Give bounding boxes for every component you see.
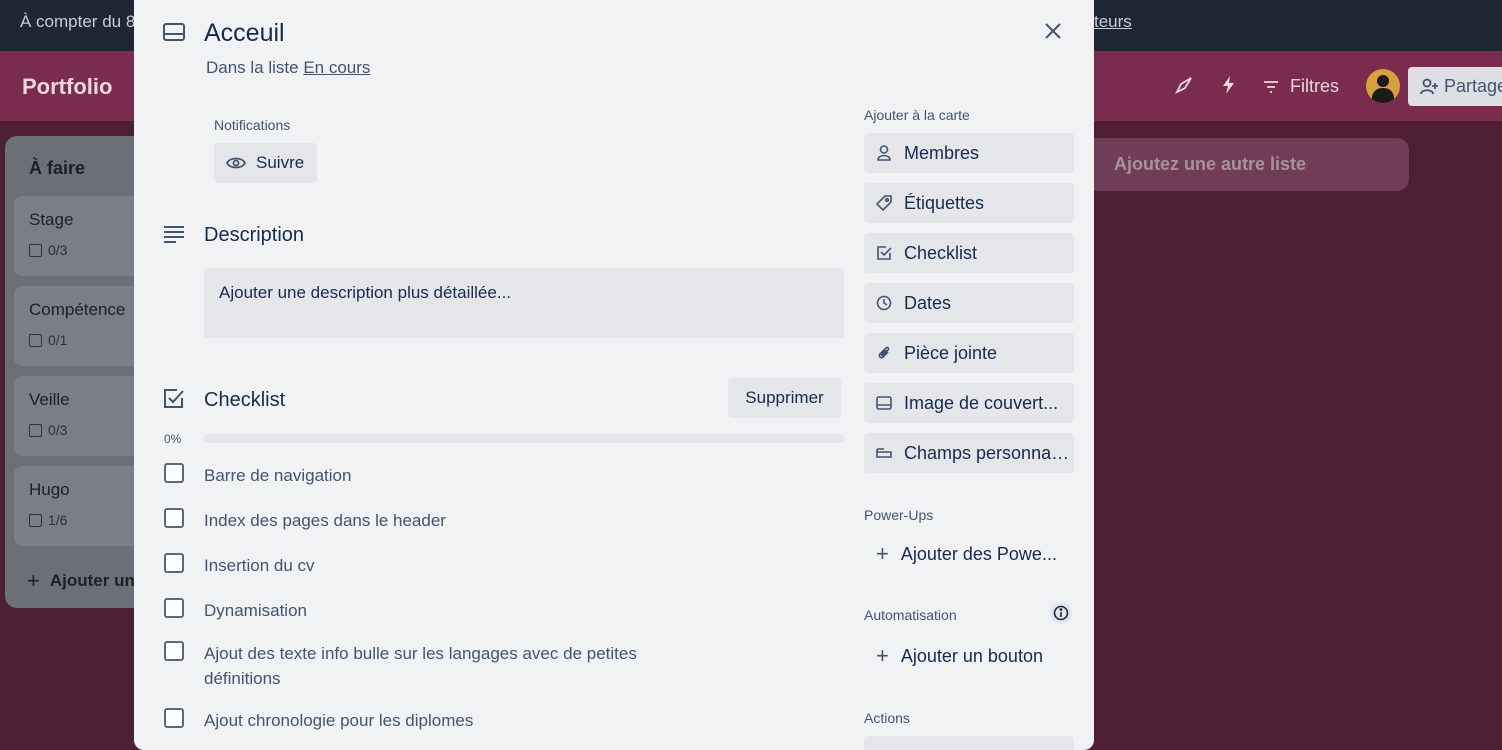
plus-icon: + (876, 643, 889, 668)
checklist-icon (162, 387, 186, 416)
checklist-item-text[interactable]: Insertion du cv (204, 553, 684, 578)
list-column: À faire Stage 0/3 Compétence 0/1 Veille … (5, 136, 155, 608)
checklist-item[interactable]: Ajout des texte info bulle sur les langa… (164, 641, 724, 691)
checklist-item[interactable]: Ajout chronologie pour les diplomes (164, 708, 724, 733)
custom-fields-button[interactable]: Champs personnali... (864, 433, 1074, 473)
checkbox[interactable] (164, 641, 184, 661)
cover-button[interactable]: Image de couvert... (864, 383, 1074, 423)
card-title: Compétence (29, 300, 126, 319)
card-title: Stage (29, 210, 74, 229)
banner-link[interactable]: teurs (1094, 12, 1132, 32)
close-button[interactable] (1036, 14, 1070, 48)
checklist-badge: 0/1 (29, 332, 67, 348)
share-button[interactable]: Partage (1408, 67, 1502, 106)
close-icon (1045, 23, 1061, 39)
checklist-badge: 0/3 (29, 422, 67, 438)
list-card[interactable]: Stage 0/3 (14, 196, 154, 276)
list-card[interactable]: Hugo 1/6 (14, 466, 154, 546)
checklist-badge: 0/3 (29, 242, 67, 258)
rocket-icon[interactable] (1174, 75, 1196, 97)
attachment-button[interactable]: Pièce jointe (864, 333, 1074, 373)
checklist-title[interactable]: Checklist (204, 389, 285, 412)
paperclip-icon (876, 345, 892, 361)
lightning-icon[interactable] (1219, 75, 1241, 97)
automation-label: Automatisation (864, 607, 957, 623)
powerups-label: Power-Ups (864, 507, 934, 523)
add-list-label: Ajoutez une autre liste (1114, 154, 1307, 174)
follow-label: Suivre (256, 153, 305, 172)
labels-button[interactable]: Étiquettes (864, 183, 1074, 223)
checklist-item-text[interactable]: Barre de navigation (204, 463, 684, 488)
add-card-button[interactable]: + Ajouter un (27, 568, 135, 594)
avatar[interactable] (1366, 69, 1400, 103)
actions-label: Actions (864, 710, 910, 726)
checklist-item[interactable]: Index des pages dans le header (164, 508, 724, 533)
checkbox[interactable] (164, 598, 184, 618)
filters-label: Filtres (1290, 76, 1339, 96)
description-icon (163, 224, 185, 249)
progress-percent: 0% (164, 432, 182, 446)
action-button[interactable] (864, 736, 1074, 750)
checklist-button[interactable]: Checklist (864, 233, 1074, 273)
tag-icon (876, 195, 892, 211)
checkbox-icon (29, 513, 42, 527)
checklist-item-text[interactable]: Ajout chronologie pour les diplomes (204, 708, 684, 733)
description-title: Description (204, 224, 305, 246)
checkbox[interactable] (164, 463, 184, 483)
custom-fields-icon (876, 445, 892, 461)
plus-icon: + (876, 541, 889, 566)
checklist-item-text[interactable]: Dynamisation (204, 598, 684, 623)
add-list-button[interactable]: Ajoutez une autre liste (1080, 138, 1409, 191)
share-label: Partage (1444, 76, 1502, 96)
checkbox-icon (29, 423, 42, 437)
plus-icon: + (27, 568, 40, 593)
checklist-item-text[interactable]: Index des pages dans le header (204, 508, 684, 533)
delete-checklist-button[interactable]: Supprimer (728, 378, 841, 418)
card-cover-icon (876, 395, 892, 411)
add-to-card-label: Ajouter à la carte (864, 107, 970, 123)
checkbox-icon (876, 245, 892, 261)
checkbox-icon (29, 243, 42, 257)
dates-button[interactable]: Dates (864, 283, 1074, 323)
description-input[interactable]: Ajouter une description plus détaillée..… (204, 268, 844, 338)
checkbox[interactable] (164, 508, 184, 528)
eye-icon (226, 157, 246, 169)
checklist-item[interactable]: Dynamisation (164, 598, 724, 623)
list-title[interactable]: À faire (29, 158, 85, 179)
card-icon (162, 22, 186, 47)
filter-icon (1264, 80, 1278, 93)
members-button[interactable]: Membres (864, 133, 1074, 173)
card-detail-modal: Acceuil Dans la liste En cours Notificat… (134, 0, 1094, 750)
description-placeholder: Ajouter une description plus détaillée..… (219, 283, 512, 302)
follow-button[interactable]: Suivre (214, 143, 317, 183)
checkbox[interactable] (164, 553, 184, 573)
filters-button[interactable]: Filtres (1262, 76, 1339, 97)
checklist-item-text[interactable]: Ajout des texte info bulle sur les langa… (204, 641, 664, 691)
list-location: Dans la liste En cours (206, 58, 371, 77)
info-icon[interactable] (1050, 602, 1072, 624)
card-title[interactable]: Acceuil (204, 19, 285, 48)
add-card-label: Ajouter un (49, 571, 135, 590)
list-link[interactable]: En cours (303, 58, 370, 77)
checklist-item[interactable]: Barre de navigation (164, 463, 724, 488)
board-title[interactable]: Portfolio (22, 74, 112, 100)
add-person-icon (1420, 78, 1438, 94)
delete-label: Supprimer (745, 388, 824, 407)
card-title: Hugo (29, 480, 70, 499)
list-card[interactable]: Compétence 0/1 (14, 286, 154, 366)
person-icon (876, 145, 892, 161)
checkbox[interactable] (164, 708, 184, 728)
banner-text: À compter du 8 (20, 12, 136, 31)
checkbox-icon (29, 333, 42, 347)
add-button-button[interactable]: + Ajouter un bouton (864, 636, 1074, 676)
clock-icon (876, 295, 892, 311)
card-title: Veille (29, 390, 70, 409)
checklist-badge: 1/6 (29, 512, 67, 528)
progress-bar (204, 434, 844, 443)
checklist-item[interactable]: Insertion du cv (164, 553, 724, 578)
list-card[interactable]: Veille 0/3 (14, 376, 154, 456)
notifications-label: Notifications (214, 117, 291, 133)
add-powerups-button[interactable]: + Ajouter des Powe... (864, 534, 1074, 574)
